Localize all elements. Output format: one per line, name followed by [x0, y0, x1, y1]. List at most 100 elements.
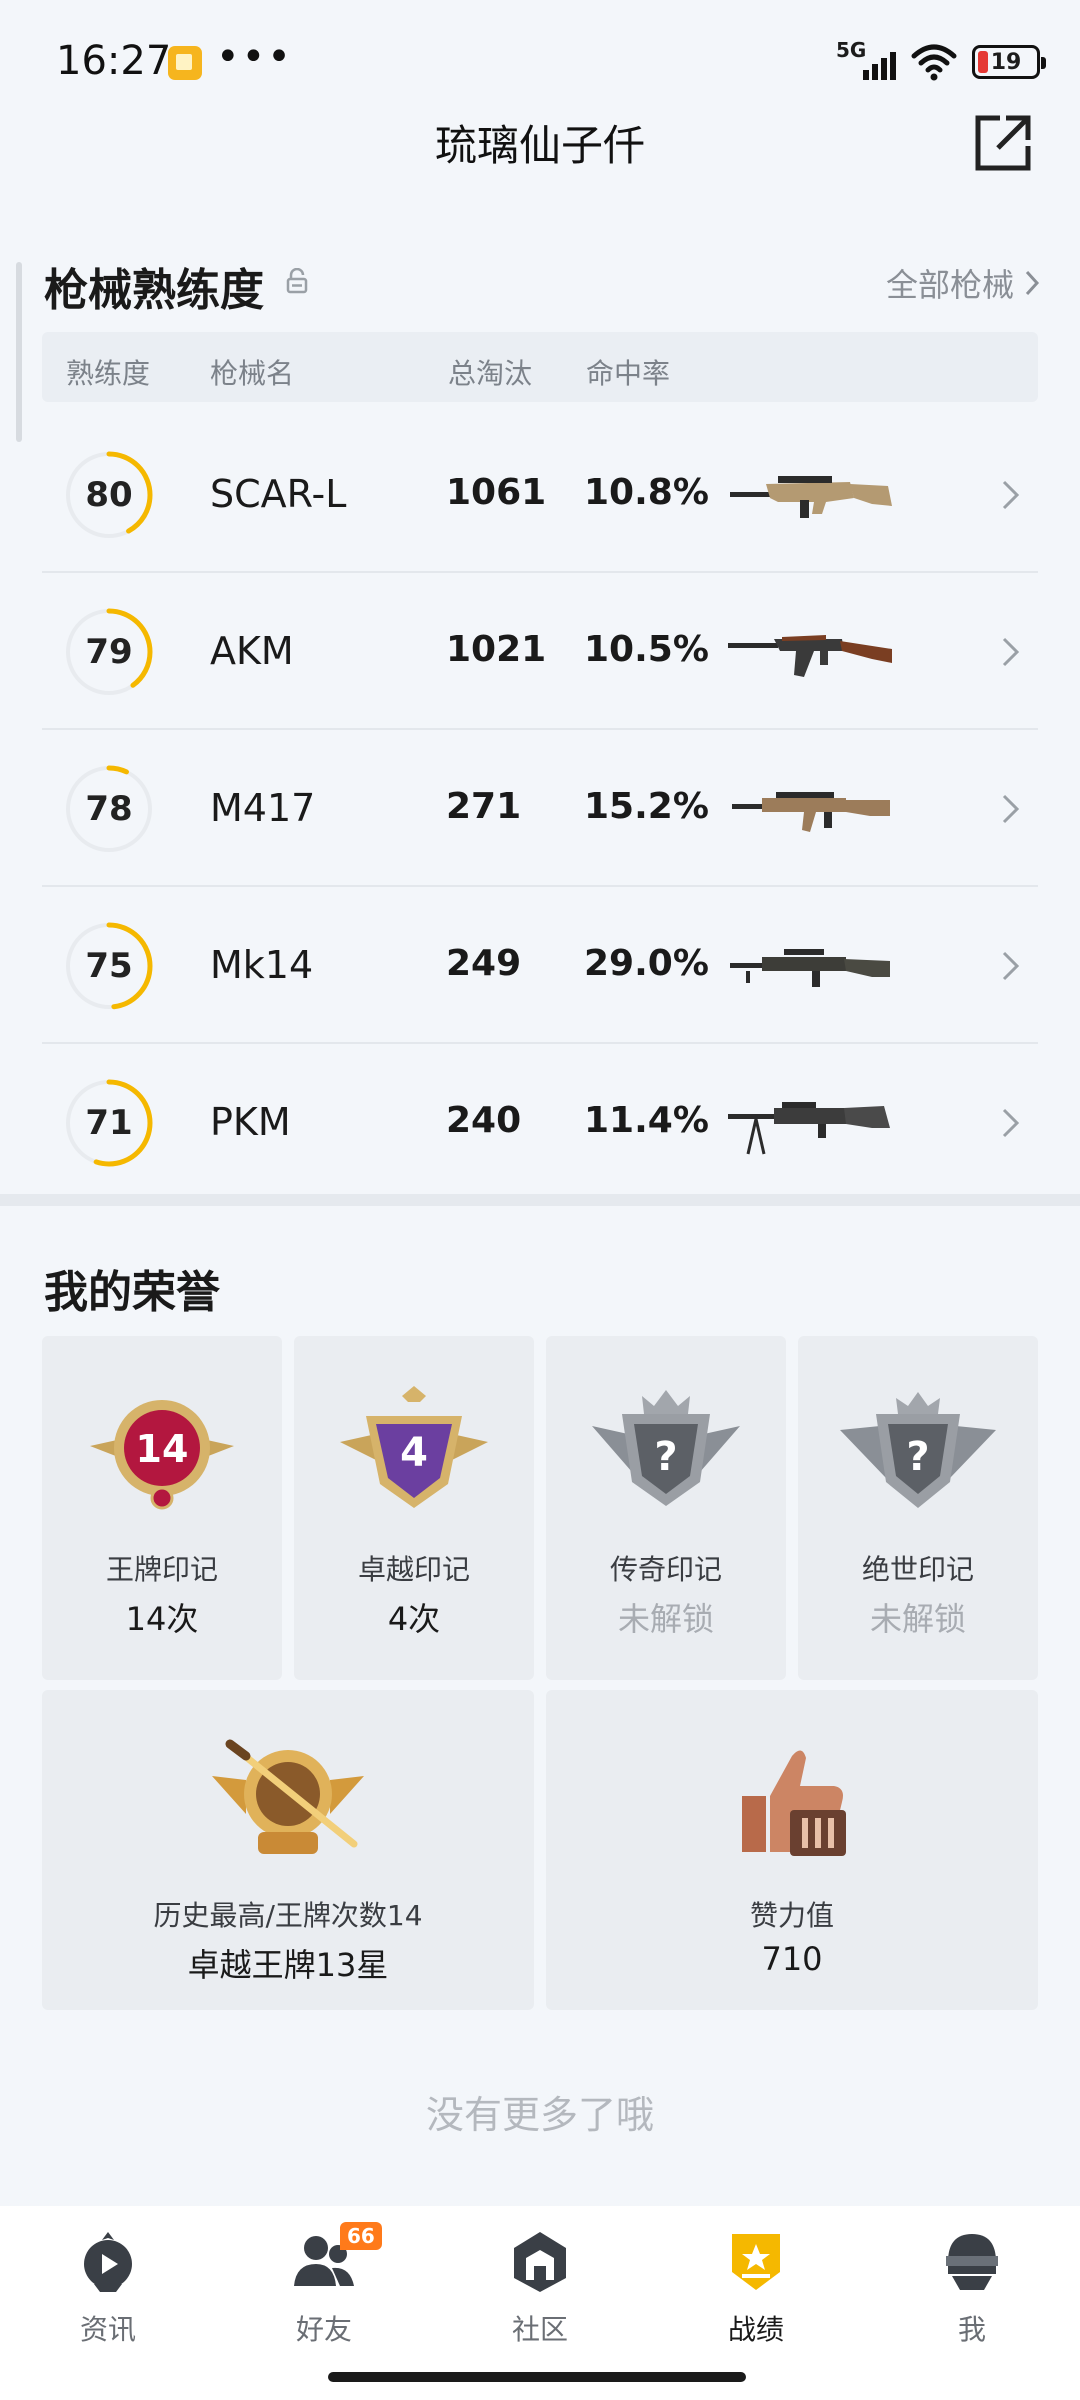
legend-badge-question: ? — [654, 1434, 677, 1480]
proficiency-ring: 75 — [64, 921, 154, 1011]
badge-value: 4次 — [387, 1600, 441, 1638]
ace-badge-card[interactable]: 14 王牌印记 14次 — [42, 1336, 282, 1680]
weapon-name: SCAR-L — [210, 472, 347, 516]
wifi-icon — [911, 44, 957, 81]
community-icon — [514, 2232, 566, 2292]
likes-card[interactable]: 赞力值 710 — [546, 1690, 1038, 2010]
section-divider — [0, 1194, 1080, 1206]
scroll-indicator — [16, 262, 22, 442]
best-rank-value: 卓越王牌13星 — [187, 1946, 389, 1984]
weapon-row[interactable]: 79 AKM 1021 10.5% — [42, 573, 1038, 730]
weapon-row[interactable]: 80 SCAR-L 1061 10.8% — [42, 416, 1038, 573]
proficiency-value: 80 — [85, 475, 133, 515]
likes-label: 赞力值 — [749, 1899, 834, 1932]
nav-label: 资讯 — [79, 2313, 136, 2346]
proficiency-value: 78 — [85, 789, 133, 829]
end-of-list-text: 没有更多了哦 — [425, 2093, 654, 2137]
pkm-image — [728, 1102, 890, 1155]
proficiency-value: 71 — [85, 1103, 133, 1143]
home-indicator[interactable] — [328, 2372, 746, 2382]
lock-icon[interactable] — [284, 268, 310, 294]
badge-value: 未解锁 — [617, 1600, 714, 1638]
weapon-kills: 1061 — [446, 472, 547, 513]
rank-emblem-icon — [212, 1739, 364, 1854]
nav-label: 我 — [957, 2313, 986, 2346]
record-icon — [732, 2234, 780, 2290]
weapon-kills: 271 — [446, 786, 522, 827]
notification-icon — [168, 46, 202, 80]
weapon-hit-rate: 10.5% — [584, 629, 709, 670]
nav-item-community[interactable]: 社区 — [470, 2228, 610, 2348]
peerless-badge-locked-icon: ? — [840, 1392, 996, 1508]
signal-icon: 5G — [836, 38, 896, 82]
badge-value: 14次 — [125, 1600, 199, 1638]
weapon-row[interactable]: 78 M417 271 15.2% — [42, 730, 1038, 887]
friends-badge: 66 — [340, 2222, 382, 2250]
weapon-hit-rate: 11.4% — [584, 1100, 709, 1141]
badge-label: 卓越印记 — [357, 1553, 470, 1586]
chevron-right-icon — [1002, 637, 1020, 667]
status-time: 16:27 — [56, 38, 172, 84]
weapon-name: Mk14 — [210, 943, 314, 987]
share-icon[interactable] — [972, 112, 1034, 174]
status-bar: 16:27 ••• 5G 19 — [0, 0, 1080, 120]
chevron-right-icon — [1002, 951, 1020, 981]
excellence-badge-card[interactable]: 4 卓越印记 4次 — [294, 1336, 534, 1680]
col-proficiency: 熟练度 — [66, 357, 151, 390]
legend-badge-card[interactable]: ? 传奇印记 未解锁 — [546, 1336, 786, 1680]
proficiency-value: 79 — [85, 632, 133, 672]
network-type: 5G — [836, 38, 867, 62]
peerless-badge-question: ? — [906, 1434, 929, 1480]
nav-item-records[interactable]: 战绩 — [686, 2228, 826, 2348]
honors-section-title: 我的荣誉 — [44, 1267, 220, 1318]
ace-badge-number: 14 — [136, 1427, 189, 1471]
battery-level: 19 — [990, 49, 1022, 75]
bottom-nav: 资讯 66 好友 社区 战绩 我 — [0, 2206, 1080, 2400]
weapon-kills: 240 — [446, 1100, 522, 1141]
m417-image — [732, 792, 890, 832]
badge-label: 王牌印记 — [105, 1553, 218, 1586]
nav-item-me[interactable]: 我 — [902, 2228, 1042, 2348]
nav-label: 战绩 — [727, 2313, 784, 2346]
weapon-hit-rate: 10.8% — [584, 472, 709, 513]
badge-value: 未解锁 — [869, 1600, 966, 1638]
all-weapons-link[interactable]: 全部枪械 — [886, 260, 1040, 306]
col-weapon-name: 枪械名 — [210, 357, 295, 390]
chevron-right-icon — [1002, 480, 1020, 510]
mk14-image — [730, 949, 890, 987]
battery-icon: 19 — [972, 45, 1046, 79]
weapon-hit-rate: 15.2% — [584, 786, 709, 827]
more-notifications-icon: ••• — [216, 34, 293, 80]
profile-icon — [946, 2234, 998, 2290]
nav-item-friends[interactable]: 66 好友 — [254, 2222, 394, 2348]
excellence-badge-icon: 4 — [340, 1386, 488, 1508]
nav-label: 好友 — [295, 2313, 352, 2346]
weapon-row[interactable]: 75 Mk14 249 29.0% — [42, 887, 1038, 1044]
weapons-table-header: 熟练度 枪械名 总淘汰 命中率 — [42, 332, 1038, 402]
akm-image — [728, 635, 892, 677]
likes-value: 710 — [761, 1940, 823, 1978]
nav-label: 社区 — [511, 2313, 568, 2346]
chevron-right-icon — [1002, 1108, 1020, 1138]
nav-item-news[interactable]: 资讯 — [38, 2228, 178, 2348]
peerless-badge-card[interactable]: ? 绝世印记 未解锁 — [798, 1336, 1038, 1680]
page-title: 琉璃仙子仟 — [434, 121, 645, 170]
chevron-right-icon — [1002, 794, 1020, 824]
legend-badge-locked-icon: ? — [592, 1390, 740, 1506]
proficiency-ring: 80 — [64, 450, 154, 540]
proficiency-ring: 71 — [64, 1078, 154, 1168]
excellence-badge-number: 4 — [400, 1430, 428, 1476]
ace-badge-icon: 14 — [90, 1400, 234, 1510]
thumbs-up-icon — [742, 1750, 846, 1856]
col-hit-rate: 命中率 — [586, 357, 671, 390]
weapon-row[interactable]: 71 PKM 240 11.4% — [42, 1044, 1038, 1201]
best-rank-card[interactable]: 历史最高/王牌次数14 卓越王牌13星 — [42, 1690, 534, 2010]
best-rank-label: 历史最高/王牌次数14 — [153, 1899, 423, 1932]
weapon-hit-rate: 29.0% — [584, 943, 709, 984]
proficiency-ring: 79 — [64, 607, 154, 697]
badge-label: 绝世印记 — [861, 1553, 974, 1586]
badge-label: 传奇印记 — [609, 1553, 722, 1586]
all-weapons-label: 全部枪械 — [885, 266, 1014, 304]
news-icon — [84, 2232, 132, 2292]
weapons-section-title: 枪械熟练度 — [44, 265, 264, 316]
